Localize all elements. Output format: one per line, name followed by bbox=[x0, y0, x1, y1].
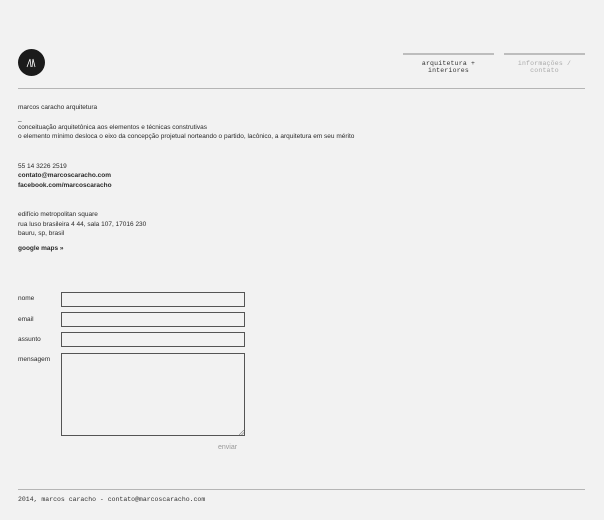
mensagem-label: mensagem bbox=[18, 356, 51, 363]
header-divider bbox=[18, 88, 585, 89]
separator-dash: _ bbox=[18, 115, 22, 122]
footer-copyright: 2014, marcos caracho - contato@marcoscar… bbox=[18, 496, 206, 503]
resize-grip-icon[interactable] bbox=[239, 430, 244, 435]
address-city: bauru, sp, brasil bbox=[18, 230, 65, 237]
assunto-input[interactable] bbox=[61, 332, 245, 347]
address-building: edifício metropolitan square bbox=[18, 211, 98, 218]
mensagem-textarea[interactable] bbox=[61, 353, 245, 436]
phone-number: 55 14 3226 2519 bbox=[18, 163, 67, 170]
nome-input[interactable] bbox=[61, 292, 245, 307]
nav-arquitetura-interiores[interactable]: arquitetura + interiores bbox=[403, 53, 494, 74]
email-label: email bbox=[18, 316, 34, 323]
studio-name: marcos caracho arquitetura bbox=[18, 104, 98, 111]
nome-label: nome bbox=[18, 295, 35, 302]
nav-informacoes-contato[interactable]: informações / contato bbox=[504, 53, 585, 74]
description-line-1: conceituação arquitetônica aos elementos… bbox=[18, 124, 207, 131]
contact-email-link[interactable]: contato@marcoscaracho.com bbox=[18, 171, 111, 180]
facebook-link[interactable]: facebook.com/marcoscaracho bbox=[18, 181, 112, 190]
assunto-label: assunto bbox=[18, 336, 41, 343]
footer-divider bbox=[18, 489, 585, 490]
monogram-logo-icon[interactable] bbox=[18, 49, 45, 76]
description-line-2: o elemento mínimo desloca o eixo da conc… bbox=[18, 133, 355, 140]
enviar-button[interactable]: enviar bbox=[218, 444, 237, 451]
google-maps-link[interactable]: google maps » bbox=[18, 244, 64, 253]
address-street: rua luso brasileira 4 44, sala 107, 1701… bbox=[18, 221, 147, 228]
email-input[interactable] bbox=[61, 312, 245, 327]
